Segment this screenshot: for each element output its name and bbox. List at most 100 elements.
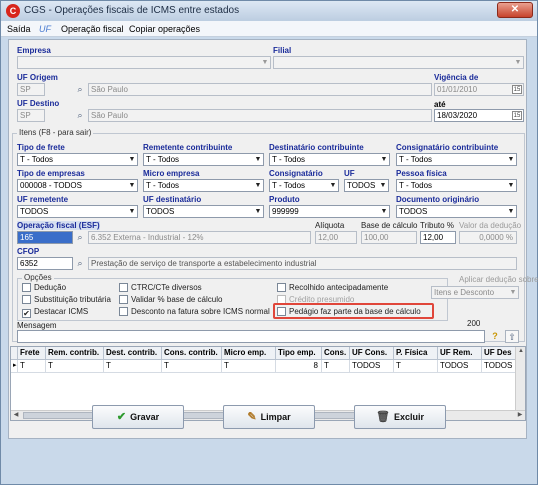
calendar-icon[interactable]: 15: [512, 111, 522, 120]
vigencia-de-field[interactable]: 01/01/2010 15: [434, 83, 524, 96]
pessoa-fisica-combo[interactable]: T - Todos ▼: [396, 179, 517, 192]
table-cell[interactable]: T: [394, 360, 438, 373]
opcoes-title: Opções: [22, 273, 54, 282]
validar-base-checkbox[interactable]: Validar % base de cálculo: [119, 295, 222, 304]
table-cell[interactable]: T: [322, 360, 350, 373]
base-calculo-label: Base de cálculo: [361, 221, 418, 230]
table-cell[interactable]: TODOS: [482, 360, 516, 373]
desconto-fatura-checkbox[interactable]: Desconto na fatura sobre ICMS normal: [119, 307, 270, 316]
pessoa-fisica-label: Pessoa física: [396, 169, 447, 178]
uf-value: TODOS: [347, 181, 376, 190]
mensagem-counter: 200: [467, 319, 481, 328]
cfop-code[interactable]: 6352: [17, 257, 73, 270]
scroll-left-icon[interactable]: ◀: [11, 411, 21, 420]
destinatario-contribuinte-value: T - Todos: [272, 155, 306, 164]
cfop-desc: Prestação de serviço de transporte a est…: [88, 257, 517, 270]
uf-destinatario-combo[interactable]: TODOS ▼: [143, 205, 264, 218]
operacao-fiscal-code[interactable]: 165: [17, 231, 73, 244]
table-header[interactable]: UF Rem.: [438, 347, 482, 360]
mensagem-label: Mensagem: [17, 321, 57, 330]
binoculars-icon[interactable]: ⌕: [73, 109, 87, 122]
recolhido-checkbox[interactable]: Recolhido antecipadamente: [277, 283, 388, 292]
menu-saida[interactable]: Saída: [7, 24, 31, 34]
scroll-up-icon[interactable]: ▲: [516, 347, 525, 356]
chevron-down-icon: ▼: [379, 154, 389, 165]
substituicao-checkbox[interactable]: Substituição tributária: [22, 295, 111, 304]
table-cell[interactable]: TODOS: [438, 360, 482, 373]
uf-remetente-combo[interactable]: TODOS ▼: [17, 205, 138, 218]
uf-destino-name: São Paulo: [88, 109, 432, 122]
table-header[interactable]: UF Des: [482, 347, 516, 360]
consignatario-contribuinte-combo[interactable]: T - Todos ▼: [396, 153, 517, 166]
chevron-down-icon: ▼: [253, 154, 263, 165]
window: C CGS - Operações fiscais de ICMS entre …: [0, 0, 538, 485]
menu-uf[interactable]: UF: [39, 24, 51, 34]
table-header[interactable]: Cons.: [322, 347, 350, 360]
limpar-button[interactable]: ✎ Limpar: [223, 405, 315, 429]
ctrc-checkbox[interactable]: CTRC/CTe diversos: [119, 283, 202, 292]
uf-combo[interactable]: TODOS ▼: [344, 179, 389, 192]
itens-group-title: Itens (F8 - para sair): [17, 128, 94, 137]
table-cell[interactable]: T: [222, 360, 276, 373]
table-cell[interactable]: T: [18, 360, 46, 373]
uf-destino-code[interactable]: SP: [17, 109, 45, 122]
scroll-right-icon[interactable]: ▶: [515, 411, 525, 420]
aplicar-deducao-value: Itens e Desconto: [434, 288, 495, 297]
tributo-field[interactable]: 12,00: [420, 231, 456, 244]
consignatario-label: Consignatário: [269, 169, 323, 178]
vigencia-label: Vigência de: [434, 73, 479, 82]
limpar-label: Limpar: [260, 412, 291, 422]
deducao-checkbox[interactable]: Dedução: [22, 283, 66, 292]
consignatario-combo[interactable]: T - Todos ▼: [269, 179, 339, 192]
table-cell[interactable]: 8: [276, 360, 322, 373]
uf-origem-code[interactable]: SP: [17, 83, 45, 96]
tipo-empresas-combo[interactable]: 000008 - TODOS ▼: [17, 179, 138, 192]
destinatario-contribuinte-combo[interactable]: T - Todos ▼: [269, 153, 390, 166]
table-header[interactable]: Micro emp.: [222, 347, 276, 360]
table-header[interactable]: Frete: [18, 347, 46, 360]
highlight-box: [273, 303, 434, 319]
excluir-button[interactable]: 🗑 Excluir: [354, 405, 446, 429]
expand-icon[interactable]: ⇧: [505, 330, 519, 343]
row-indicator-icon: ▸: [11, 360, 18, 373]
menu-copiar-operacoes[interactable]: Copiar operações: [129, 24, 200, 34]
table-header[interactable]: Tipo emp.: [276, 347, 322, 360]
trash-icon: 🗑: [376, 411, 390, 423]
produto-combo[interactable]: 999999 ▼: [269, 205, 390, 218]
tipo-frete-combo[interactable]: T - Todos ▼: [17, 153, 138, 166]
table-cell[interactable]: TODOS: [350, 360, 394, 373]
gravar-button[interactable]: ✔ Gravar: [92, 405, 184, 429]
table-cell[interactable]: T: [46, 360, 104, 373]
checkbox-box: [22, 283, 31, 292]
table-header[interactable]: Dest. contrib.: [104, 347, 162, 360]
calendar-icon[interactable]: 15: [512, 85, 522, 94]
filial-combo[interactable]: ▼: [273, 56, 524, 69]
checkbox-box: [119, 307, 128, 316]
binoculars-icon[interactable]: ⌕: [73, 83, 87, 96]
remetente-contribuinte-combo[interactable]: T - Todos ▼: [143, 153, 264, 166]
mensagem-field[interactable]: [17, 330, 485, 343]
table-cell[interactable]: T: [104, 360, 162, 373]
help-icon[interactable]: ?: [488, 330, 502, 343]
table-cell[interactable]: T: [162, 360, 222, 373]
micro-empresa-combo[interactable]: T - Todos ▼: [143, 179, 264, 192]
aplicar-deducao-combo[interactable]: Itens e Desconto ▼: [431, 286, 519, 299]
documento-originario-combo[interactable]: TODOS ▼: [396, 205, 517, 218]
vigencia-ate-field[interactable]: 18/03/2020 15: [434, 109, 524, 122]
cfop-label: CFOP: [17, 247, 40, 256]
destacar-icms-checkbox[interactable]: ✔ Destacar ICMS: [22, 307, 88, 318]
table-header[interactable]: Rem. contrib.: [46, 347, 104, 360]
binoculars-icon[interactable]: ⌕: [73, 257, 87, 270]
deducao-label: Dedução: [34, 283, 67, 292]
filial-label: Filial: [273, 46, 292, 55]
table-header[interactable]: Cons. contrib.: [162, 347, 222, 360]
empresa-combo[interactable]: ▼: [17, 56, 271, 69]
table-header[interactable]: UF Cons.: [350, 347, 394, 360]
vigencia-de-value: 01/01/2010: [437, 85, 478, 94]
menu-operacao-fiscal[interactable]: Operação fiscal: [61, 24, 124, 34]
table-header[interactable]: P. Física: [394, 347, 438, 360]
vertical-scrollbar[interactable]: ▲: [515, 347, 525, 411]
checkbox-box: [119, 283, 128, 292]
close-button[interactable]: ✕: [497, 2, 533, 18]
binoculars-icon[interactable]: ⌕: [73, 231, 87, 244]
